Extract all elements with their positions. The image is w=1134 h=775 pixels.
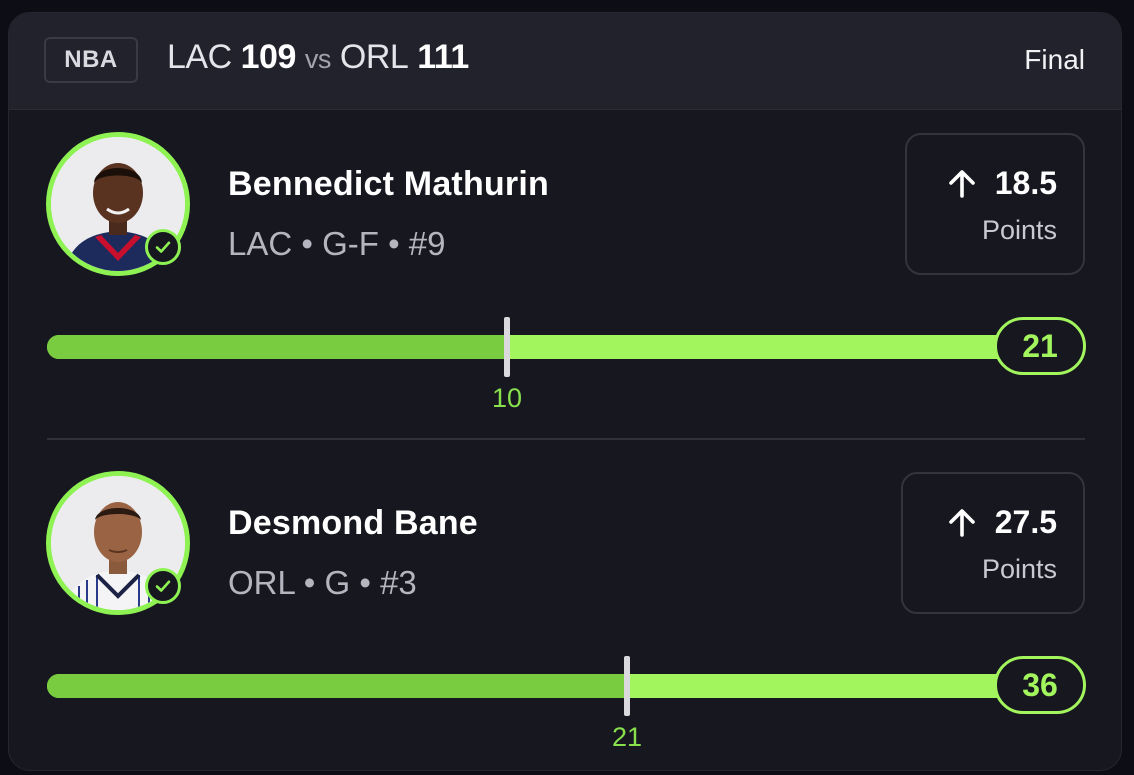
away-team: ORL — [339, 38, 409, 76]
verified-check-icon — [145, 568, 181, 604]
progress-marker — [504, 317, 510, 377]
up-arrow-icon — [948, 169, 975, 198]
final-stat-badge: 21 — [994, 317, 1086, 375]
progress-fill — [47, 335, 507, 359]
final-stat-badge: 36 — [994, 656, 1086, 714]
progress-marker-label: 10 — [491, 383, 523, 413]
game-status: Final — [1024, 44, 1085, 75]
prop-line-value: 27.5 — [994, 504, 1057, 540]
player-row[interactable]: Bennedict Mathurin LAC • G-F • #9 18.5 P… — [9, 121, 1121, 413]
away-score: 111 — [417, 38, 469, 76]
player-name[interactable]: Desmond Bane — [228, 504, 478, 543]
home-score: 109 — [240, 38, 297, 76]
progress-fill — [47, 674, 627, 698]
progress-marker — [624, 656, 630, 716]
player-row[interactable]: Desmond Bane ORL • G • #3 27.5 Points 21… — [9, 460, 1121, 752]
prop-line-box[interactable]: 18.5 Points — [905, 133, 1085, 275]
progress-marker-label: 21 — [611, 722, 643, 752]
league-badge: NBA — [44, 37, 138, 83]
prop-line-row: 18.5 — [947, 165, 1057, 202]
game-header: NBA LAC 109 vs ORL 111 Final — [9, 13, 1121, 110]
prop-line-box[interactable]: 27.5 Points — [901, 472, 1085, 614]
progress-track: 10 — [47, 317, 1047, 413]
prop-line-row: 27.5 — [947, 504, 1057, 541]
player-divider — [47, 438, 1085, 440]
verified-check-icon — [145, 229, 181, 265]
player-name[interactable]: Bennedict Mathurin — [228, 165, 549, 204]
game-card[interactable]: NBA LAC 109 vs ORL 111 Final Bennedict M… — [8, 12, 1122, 771]
player-meta: LAC • G-F • #9 — [228, 225, 446, 262]
progress-track: 21 — [47, 656, 1047, 752]
home-team: LAC — [167, 38, 232, 76]
prop-stat-label: Points — [981, 215, 1057, 245]
player-meta: ORL • G • #3 — [228, 564, 417, 601]
prop-stat-label: Points — [981, 554, 1057, 584]
scoreline: LAC 109 vs ORL 111 — [167, 38, 469, 77]
prop-line-value: 18.5 — [994, 165, 1057, 201]
up-arrow-icon — [948, 508, 975, 537]
vs-text: vs — [304, 44, 332, 74]
